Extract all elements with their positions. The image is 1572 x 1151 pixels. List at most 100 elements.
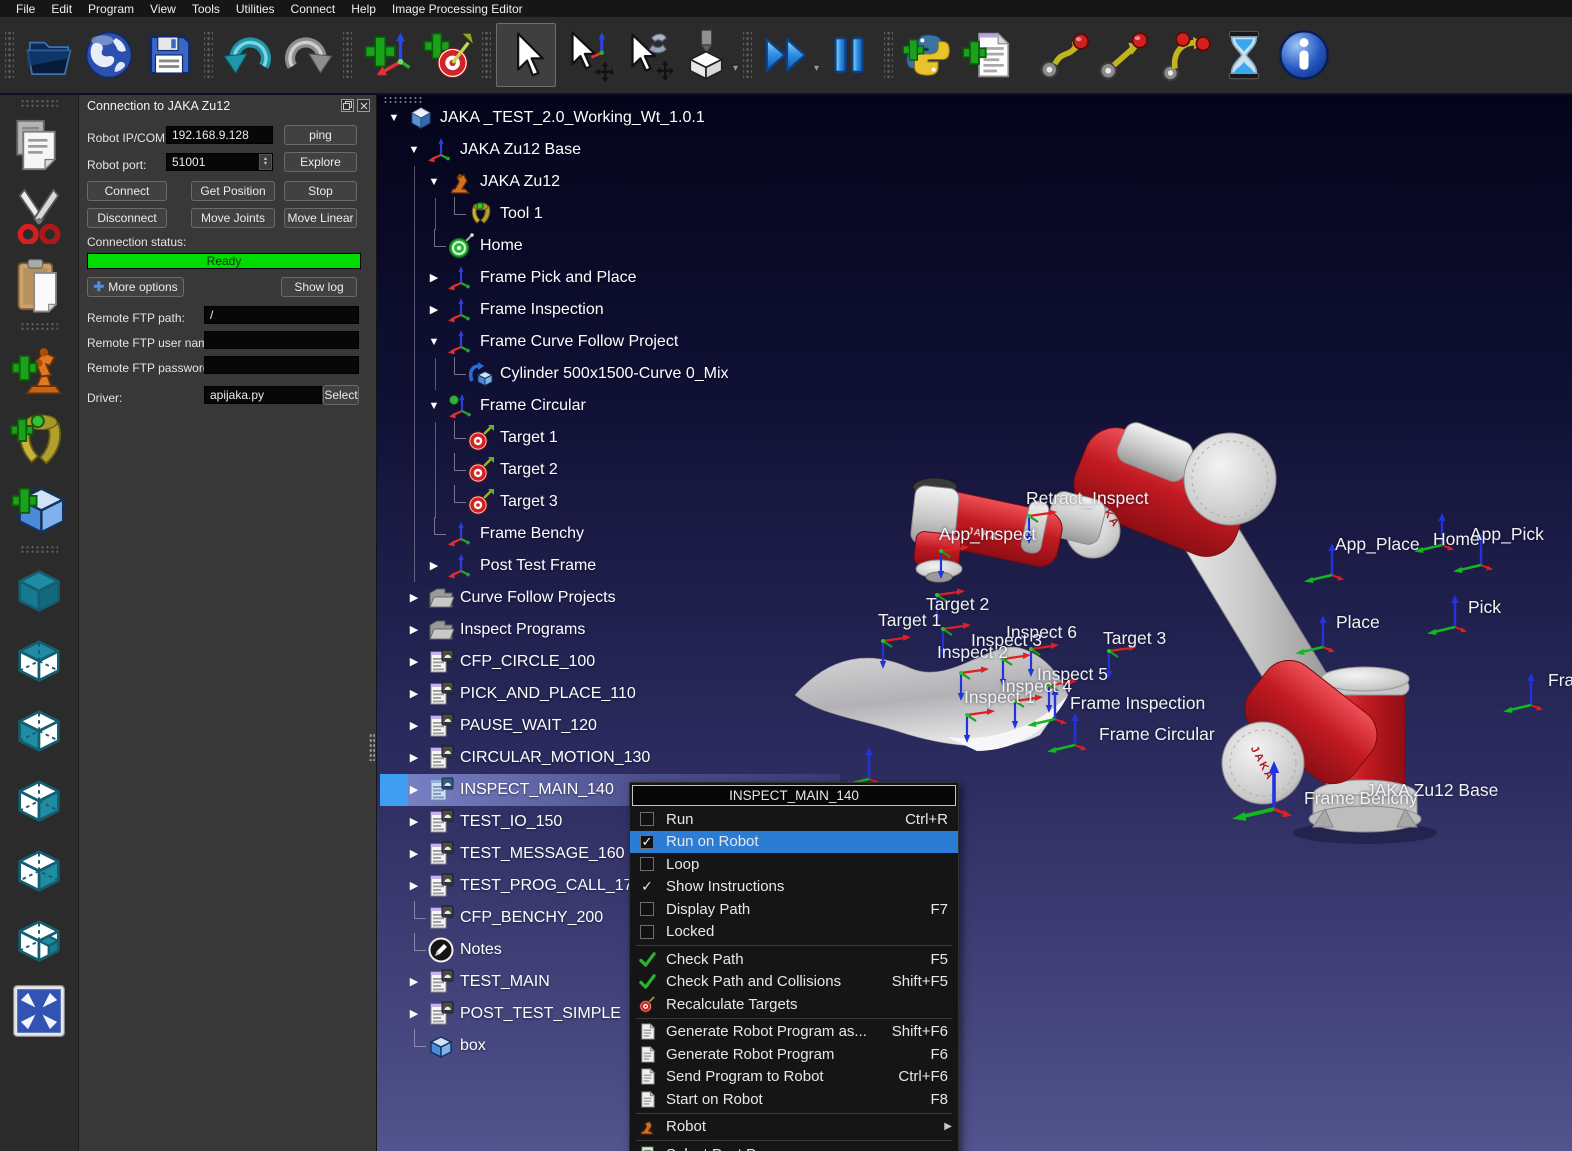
menu-file[interactable]: File	[8, 2, 43, 16]
port-spinner[interactable]: ▲▼	[259, 154, 272, 170]
driver-select-button[interactable]: Select	[323, 385, 359, 405]
redo-button[interactable]	[278, 23, 338, 87]
move-joints-button[interactable]: Move Joints	[191, 208, 275, 228]
add-target-button[interactable]	[417, 23, 477, 87]
panel-splitter[interactable]	[369, 733, 375, 761]
expand-icon[interactable]: ▶	[406, 774, 422, 806]
tree-item-frame-circular[interactable]: ▼Frame Circular	[380, 390, 840, 422]
collapse-icon[interactable]: ▼	[406, 134, 422, 166]
collapse-icon[interactable]: ▼	[426, 326, 442, 358]
driver-input[interactable]	[204, 386, 322, 404]
view-left-button[interactable]	[6, 836, 72, 906]
copy-button[interactable]	[6, 110, 72, 180]
expand-icon[interactable]: ▶	[406, 678, 422, 710]
expand-icon[interactable]: ▶	[406, 582, 422, 614]
open-station-button[interactable]	[19, 23, 79, 87]
context-menu-item-check-path-and-collisions[interactable]: Check Path and CollisionsShift+F5	[630, 971, 958, 994]
move-linear-button[interactable]: Move Linear	[284, 208, 357, 228]
tree-item-target-1[interactable]: Target 1	[380, 422, 840, 454]
get-position-button[interactable]: Get Position	[191, 181, 275, 201]
paste-button[interactable]	[6, 250, 72, 320]
show-log-button[interactable]: Show log	[281, 277, 357, 297]
add-python-program-button[interactable]	[898, 23, 958, 87]
ip-input[interactable]	[166, 126, 273, 144]
add-program-button[interactable]	[958, 23, 1018, 87]
move-linear-instruction-button[interactable]	[1094, 23, 1154, 87]
view-top-button[interactable]	[6, 626, 72, 696]
tree-item-jaka-zu12[interactable]: ▼JAKA Zu12	[380, 166, 840, 198]
ftp-user-input[interactable]	[204, 331, 359, 349]
context-menu-item-loop[interactable]: Loop	[630, 853, 958, 876]
tree-item-home[interactable]: Home	[380, 230, 840, 262]
save-station-button[interactable]	[139, 23, 199, 87]
context-menu-item-start-on-robot[interactable]: Start on RobotF8	[630, 1088, 958, 1111]
fit-all-button[interactable]	[6, 976, 72, 1046]
expand-icon[interactable]: ▶	[406, 742, 422, 774]
tree-item-frame-benchy[interactable]: Frame Benchy	[380, 518, 840, 550]
expand-icon[interactable]: ▶	[406, 838, 422, 870]
add-tool-button[interactable]	[6, 403, 72, 473]
port-input[interactable]	[166, 153, 273, 171]
menu-utilities[interactable]: Utilities	[228, 2, 283, 16]
context-menu-item-send-program-to-robot[interactable]: Send Program to RobotCtrl+F6	[630, 1066, 958, 1089]
context-menu-item-robot[interactable]: Robot▶	[630, 1116, 958, 1139]
collapse-icon[interactable]: ▼	[426, 390, 442, 422]
fast-simulation-button[interactable]	[757, 23, 817, 87]
tree-item-cylinder-500x1500-curve-0-mix[interactable]: Cylinder 500x1500-Curve 0_Mix	[380, 358, 840, 390]
expand-icon[interactable]: ▶	[406, 806, 422, 838]
context-menu-item-generate-robot-program-as[interactable]: Generate Robot Program as...Shift+F6	[630, 1021, 958, 1044]
tree-item-inspect-programs[interactable]: ▶Inspect Programs	[380, 614, 840, 646]
add-reference-frame-button[interactable]	[357, 23, 417, 87]
tree-item-target-2[interactable]: Target 2	[380, 454, 840, 486]
collapse-icon[interactable]: ▼	[426, 166, 442, 198]
view-back-button[interactable]	[6, 906, 72, 976]
move-tool-cursor-button[interactable]	[616, 23, 676, 87]
ping-button[interactable]: ping	[284, 125, 357, 145]
move-joint-instruction-button[interactable]	[1034, 23, 1094, 87]
tree-item-pick-and-place-110[interactable]: ▶PICK_AND_PLACE_110	[380, 678, 840, 710]
checkbox-icon[interactable]	[640, 857, 654, 871]
context-menu-item-generate-robot-program[interactable]: Generate Robot ProgramF6	[630, 1043, 958, 1066]
expand-icon[interactable]: ▶	[406, 646, 422, 678]
open-online-library-button[interactable]	[79, 23, 139, 87]
context-menu-item-show-instructions[interactable]: ✓Show Instructions	[630, 876, 958, 899]
checkbox-checked-icon[interactable]: ✓	[640, 835, 654, 849]
expand-icon[interactable]: ▶	[406, 998, 422, 1030]
view-front-button[interactable]	[6, 696, 72, 766]
tree-item-circular-motion-130[interactable]: ▶CIRCULAR_MOTION_130	[380, 742, 840, 774]
context-menu-item-select-post-processor[interactable]: Select Post Processor	[630, 1143, 958, 1151]
context-menu-item-run-on-robot[interactable]: ✓Run on Robot	[630, 831, 958, 854]
expand-icon[interactable]: ▶	[406, 710, 422, 742]
context-menu-item-locked[interactable]: Locked	[630, 921, 958, 944]
move-reference-cursor-button[interactable]	[556, 23, 616, 87]
panel-float-icon[interactable]	[341, 99, 354, 112]
ftp-path-input[interactable]	[204, 306, 359, 324]
tree-item-tool-1[interactable]: Tool 1	[380, 198, 840, 230]
add-robot-button[interactable]	[6, 333, 72, 403]
context-menu-item-display-path[interactable]: Display PathF7	[630, 898, 958, 921]
more-options-button[interactable]: ✚More options	[87, 277, 184, 297]
checkbox-icon[interactable]	[640, 812, 654, 826]
tree-item-frame-curve-follow-project[interactable]: ▼Frame Curve Follow Project	[380, 326, 840, 358]
select-cursor-button[interactable]	[496, 23, 556, 87]
checkbox-icon[interactable]	[640, 902, 654, 916]
panel-close-icon[interactable]	[357, 99, 370, 112]
expand-icon[interactable]: ▶	[426, 550, 442, 582]
view-isometric-button[interactable]	[6, 556, 72, 626]
undo-button[interactable]	[218, 23, 278, 87]
tree-item-frame-inspection[interactable]: ▶Frame Inspection	[380, 294, 840, 326]
ftp-pass-input[interactable]	[204, 356, 359, 374]
tree-item-jaka-test-2-0-working-wt-1-0-1[interactable]: ▼JAKA _TEST_2.0_Working_Wt_1.0.1	[380, 102, 840, 134]
menu-image-processing-editor[interactable]: Image Processing Editor	[384, 2, 531, 16]
menu-connect[interactable]: Connect	[283, 2, 344, 16]
tree-item-pause-wait-120[interactable]: ▶PAUSE_WAIT_120	[380, 710, 840, 742]
expand-icon[interactable]: ▶	[406, 870, 422, 902]
collapse-icon[interactable]: ▼	[386, 102, 402, 134]
expand-icon[interactable]: ▶	[426, 294, 442, 326]
tree-item-target-3[interactable]: Target 3	[380, 486, 840, 518]
tree-item-curve-follow-projects[interactable]: ▶Curve Follow Projects	[380, 582, 840, 614]
expand-icon[interactable]: ▶	[426, 262, 442, 294]
context-menu-item-run[interactable]: RunCtrl+R	[630, 808, 958, 831]
context-menu-item-check-path[interactable]: Check PathF5	[630, 948, 958, 971]
tree-item-cfp-circle-100[interactable]: ▶CFP_CIRCLE_100	[380, 646, 840, 678]
